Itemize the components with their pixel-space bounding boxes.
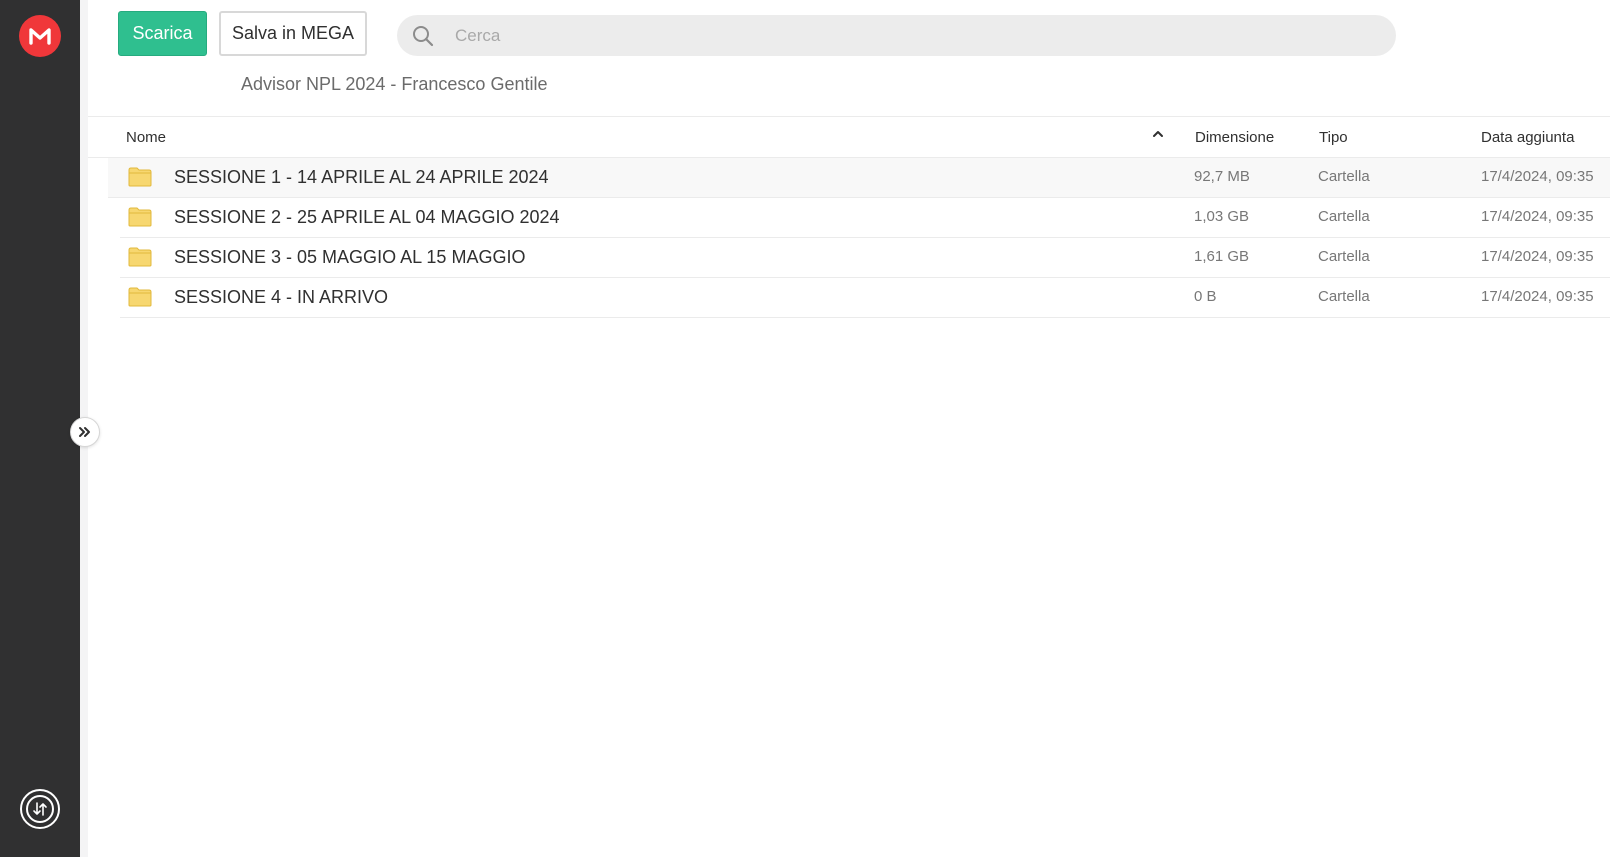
table-header: Nome Dimensione Tipo Data aggiunta [88, 117, 1610, 158]
transfers-icon[interactable] [20, 789, 60, 829]
column-header-name[interactable]: Nome [126, 129, 166, 146]
search-icon [411, 24, 435, 48]
column-header-type[interactable]: Tipo [1319, 129, 1348, 146]
folder-icon [128, 247, 152, 267]
search-input[interactable] [455, 25, 1355, 46]
row-date: 17/4/2024, 09:35 [1481, 208, 1594, 225]
chevron-up-icon[interactable] [1151, 127, 1165, 145]
column-header-size[interactable]: Dimensione [1195, 129, 1274, 146]
row-date: 17/4/2024, 09:35 [1481, 288, 1594, 305]
row-size: 1,03 GB [1194, 208, 1250, 225]
download-button[interactable]: Scarica [118, 11, 207, 56]
row-date: 17/4/2024, 09:35 [1481, 168, 1594, 185]
table-row[interactable]: SESSIONE 3 - 05 MAGGIO AL 15 MAGGIO 1,61… [120, 238, 1610, 278]
row-size: 0 B [1194, 288, 1217, 305]
search-bar[interactable] [397, 15, 1396, 56]
row-name[interactable]: SESSIONE 4 - IN ARRIVO [174, 287, 388, 308]
row-type: Cartella [1318, 208, 1370, 225]
folder-icon [128, 167, 152, 187]
row-name[interactable]: SESSIONE 1 - 14 APRILE AL 24 APRILE 2024 [174, 167, 549, 188]
breadcrumb: Advisor NPL 2024 - Francesco Gentile [241, 74, 548, 94]
row-name[interactable]: SESSIONE 2 - 25 APRILE AL 04 MAGGIO 2024 [174, 207, 560, 228]
folder-icon [128, 207, 152, 227]
row-size: 1,61 GB [1194, 248, 1250, 265]
row-date: 17/4/2024, 09:35 [1481, 248, 1594, 265]
mega-logo-icon[interactable] [19, 15, 61, 57]
row-name[interactable]: SESSIONE 3 - 05 MAGGIO AL 15 MAGGIO [174, 247, 525, 268]
sidebar [0, 0, 80, 857]
double-chevron-right-icon[interactable] [70, 417, 100, 447]
save-to-mega-button[interactable]: Salva in MEGA [219, 11, 367, 56]
row-type: Cartella [1318, 168, 1370, 185]
row-size: 92,7 MB [1194, 168, 1250, 185]
row-type: Cartella [1318, 248, 1370, 265]
column-header-date[interactable]: Data aggiunta [1481, 129, 1574, 146]
folder-icon [128, 287, 152, 307]
table-row[interactable]: SESSIONE 1 - 14 APRILE AL 24 APRILE 2024… [108, 158, 1610, 198]
row-type: Cartella [1318, 288, 1370, 305]
table-row[interactable]: SESSIONE 4 - IN ARRIVO 0 B Cartella 17/4… [120, 278, 1610, 318]
table-row[interactable]: SESSIONE 2 - 25 APRILE AL 04 MAGGIO 2024… [120, 198, 1610, 238]
